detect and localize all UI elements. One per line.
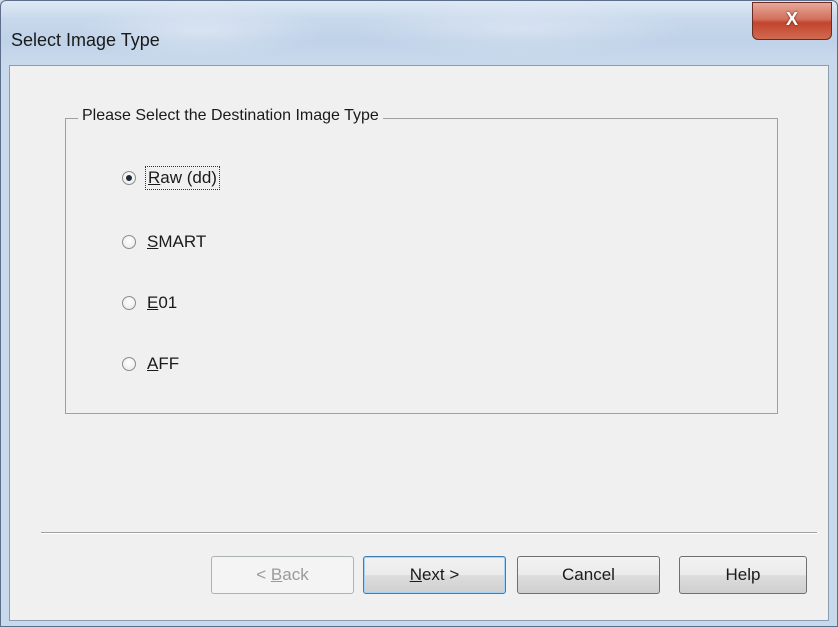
- radio-smart[interactable]: [122, 235, 136, 249]
- option-aff-label[interactable]: AFF: [145, 353, 181, 375]
- option-aff-label-rest: FF: [158, 354, 180, 373]
- option-raw-dd[interactable]: Raw (dd): [122, 166, 220, 190]
- option-raw-dd-label-rest: aw (dd): [160, 168, 217, 187]
- next-button-rest: ext >: [421, 565, 460, 584]
- groupbox-legend: Please Select the Destination Image Type: [78, 107, 383, 125]
- dialog-client-area: Please Select the Destination Image Type…: [9, 65, 829, 621]
- back-button-rest: ack: [282, 565, 309, 584]
- option-e01[interactable]: E01: [122, 291, 179, 315]
- mnemonic-e: E: [147, 293, 159, 312]
- back-button-mnemonic: B: [270, 565, 283, 584]
- help-button[interactable]: Help: [679, 556, 807, 594]
- radio-e01[interactable]: [122, 296, 136, 310]
- back-button-prefix: <: [256, 565, 271, 584]
- close-icon: X: [785, 9, 798, 29]
- dialog-window: Select Image Type X Please Select the De…: [0, 0, 838, 627]
- window-title: Select Image Type: [11, 30, 160, 50]
- option-aff[interactable]: AFF: [122, 352, 181, 376]
- next-button[interactable]: Next >: [363, 556, 506, 594]
- mnemonic-a: A: [147, 354, 159, 373]
- back-button[interactable]: < Back: [211, 556, 354, 594]
- option-smart-label[interactable]: SMART: [145, 231, 208, 253]
- button-separator: [41, 532, 817, 534]
- next-button-mnemonic: N: [409, 565, 422, 584]
- option-e01-label-rest: 01: [158, 293, 178, 312]
- option-raw-dd-label[interactable]: Raw (dd): [145, 166, 220, 190]
- radio-raw-dd[interactable]: [122, 171, 136, 185]
- radio-aff[interactable]: [122, 357, 136, 371]
- option-smart-label-rest: MART: [158, 232, 207, 251]
- mnemonic-s: S: [147, 232, 159, 251]
- title-bar: Select Image Type X: [1, 1, 837, 59]
- option-smart[interactable]: SMART: [122, 230, 208, 254]
- close-button[interactable]: X: [752, 2, 832, 40]
- option-e01-label[interactable]: E01: [145, 292, 179, 314]
- cancel-button[interactable]: Cancel: [517, 556, 660, 594]
- mnemonic-r: R: [148, 168, 161, 187]
